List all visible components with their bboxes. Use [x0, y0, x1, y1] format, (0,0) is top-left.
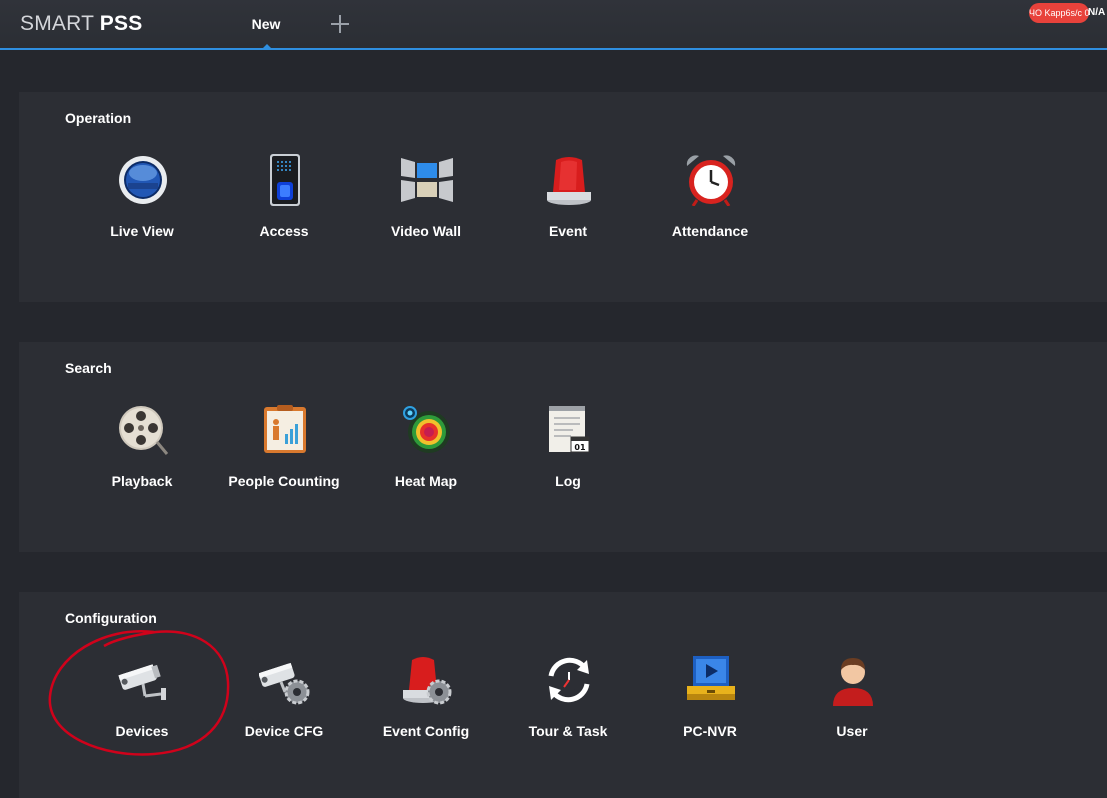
- tile-devices[interactable]: Devices: [71, 650, 213, 750]
- tile-label: Log: [555, 473, 581, 489]
- alarm-light-icon: [547, 157, 591, 205]
- camera-icon: [118, 664, 166, 700]
- tab-label: New: [251, 16, 281, 32]
- film-reel-icon: [119, 406, 169, 455]
- tile-user[interactable]: User: [781, 650, 923, 750]
- log-notepad-icon: 01: [549, 406, 590, 453]
- tile-access[interactable]: Access: [213, 150, 355, 250]
- top-bar: SMART PSS New ЧО Kapp6s/c 0 N/A: [0, 0, 1107, 50]
- people-counting-icon: [264, 405, 306, 453]
- tile-label: Access: [259, 223, 309, 239]
- configuration-section: Configuration Devices Device CFG Event C…: [19, 592, 1107, 798]
- operation-section: Operation Live View Access Video Wall Ev…: [19, 92, 1107, 302]
- tile-label: PC-NVR: [683, 723, 737, 739]
- search-section: Search Playback People Counting Heat Map…: [19, 342, 1107, 552]
- tile-label: Playback: [111, 473, 173, 489]
- plus-icon[interactable]: [329, 13, 351, 35]
- tile-log[interactable]: 01 Log: [497, 400, 639, 500]
- tile-label: Devices: [115, 723, 169, 739]
- alarm-clock-icon: [686, 155, 736, 206]
- tile-label: Device CFG: [244, 723, 324, 739]
- tour-clock-icon: [548, 657, 590, 703]
- tile-label: Video Wall: [390, 223, 461, 239]
- tile-pc-nvr[interactable]: PC-NVR: [639, 650, 781, 750]
- svg-text:01: 01: [574, 443, 586, 452]
- tile-label: Heat Map: [394, 473, 458, 489]
- tile-event[interactable]: Event: [497, 150, 639, 250]
- alarm-gear-icon: [403, 657, 452, 705]
- tile-live-view[interactable]: Live View: [71, 150, 213, 250]
- tile-label: Event Config: [382, 723, 470, 739]
- tile-people-counting[interactable]: People Counting: [213, 400, 355, 500]
- section-title-configuration: Configuration: [65, 610, 157, 626]
- app-logo: SMART PSS: [20, 12, 142, 36]
- brand-light: SMART: [20, 12, 94, 35]
- tile-label: Event: [548, 223, 588, 239]
- tile-heat-map[interactable]: Heat Map: [355, 400, 497, 500]
- active-tab-indicator: [262, 44, 272, 49]
- tile-label: Tour & Task: [528, 723, 608, 739]
- tile-label: User: [836, 723, 868, 739]
- tab-new[interactable]: New: [240, 0, 292, 49]
- tile-label: Live View: [110, 223, 174, 239]
- status-text: N/A: [1088, 7, 1106, 18]
- tile-attendance[interactable]: Attendance: [639, 150, 781, 250]
- tile-label: Attendance: [671, 223, 749, 239]
- section-title-operation: Operation: [65, 110, 132, 126]
- tile-label: People Counting: [228, 473, 340, 489]
- tile-playback[interactable]: Playback: [71, 400, 213, 500]
- pc-nvr-icon: [687, 656, 735, 700]
- tile-device-cfg[interactable]: Device CFG: [213, 650, 355, 750]
- video-wall-icon: [401, 158, 453, 202]
- brand-bold: PSS: [99, 12, 143, 35]
- camera-gear-icon: [259, 662, 310, 705]
- status-badge[interactable]: ЧО Kapp6s/c 0: [1029, 3, 1089, 23]
- tile-tour-task[interactable]: Tour & Task: [497, 650, 639, 750]
- tile-event-config[interactable]: Event Config: [355, 650, 497, 750]
- access-icon: [270, 154, 300, 206]
- heat-map-icon: [403, 406, 450, 453]
- user-icon: [833, 658, 873, 706]
- section-title-search: Search: [65, 360, 112, 376]
- live-view-icon: [119, 156, 167, 204]
- tile-video-wall[interactable]: Video Wall: [355, 150, 497, 250]
